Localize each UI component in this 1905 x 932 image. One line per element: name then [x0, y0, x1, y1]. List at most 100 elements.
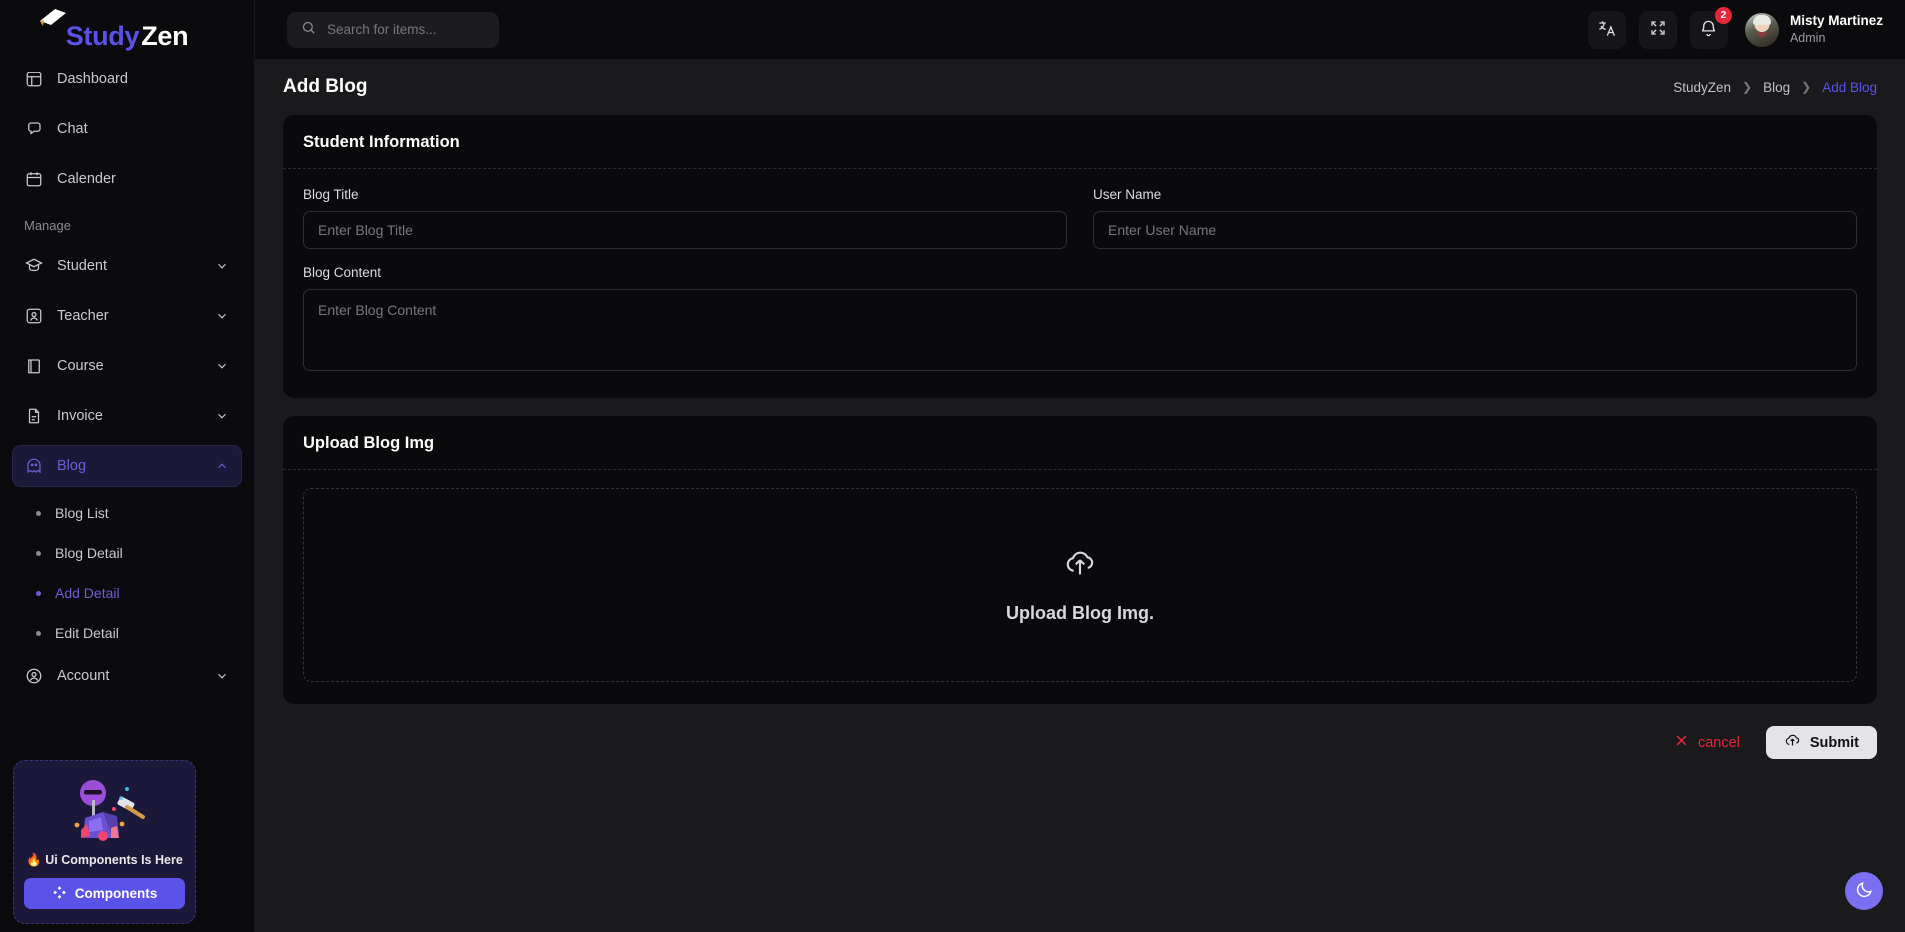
sidebar-subitem-label: Blog List — [55, 505, 109, 521]
submit-button[interactable]: Submit — [1765, 726, 1877, 759]
sidebar-subitem-label: Edit Detail — [55, 625, 119, 641]
app-root: Study Zen Dashboard Chat Calender Manage… — [0, 0, 1905, 932]
translate-button[interactable] — [1587, 10, 1626, 49]
breadcrumb: StudyZen ❯ Blog ❯ Add Blog — [1673, 80, 1877, 95]
user-name-input[interactable] — [1093, 211, 1857, 249]
chevron-right-icon: ❯ — [1801, 80, 1812, 94]
topbar-actions: 2 Misty Martinez Admin — [1587, 6, 1883, 49]
close-x-icon — [1674, 733, 1689, 752]
field-user-name: User Name — [1093, 187, 1857, 249]
brand-logo[interactable]: Study Zen — [0, 0, 254, 72]
topbar: 2 Misty Martinez Admin — [255, 0, 1905, 59]
sidebar-item-chat[interactable]: Chat — [12, 108, 242, 150]
page-content: Student Information Blog Title User Name — [255, 115, 1905, 932]
notifications-button[interactable]: 2 — [1689, 6, 1732, 49]
chevron-right-icon: ❯ — [1742, 80, 1753, 94]
components-button-label: Components — [74, 886, 158, 901]
page-title: Add Blog — [283, 76, 368, 97]
sidebar-item-blog[interactable]: Blog — [12, 445, 242, 487]
cloud-upload-icon — [1063, 546, 1097, 585]
ghost-icon — [24, 457, 43, 476]
sidebar-item-label: Student — [57, 258, 107, 274]
sidebar-item-label: Invoice — [57, 408, 103, 424]
miner-illustration — [24, 775, 185, 849]
logo-text-zen: Zen — [141, 20, 189, 51]
card-body: Upload Blog Img. — [283, 470, 1877, 704]
sidebar-subitem-blog-list[interactable]: Blog List — [12, 495, 242, 531]
field-blog-title: Blog Title — [303, 187, 1067, 249]
cloud-upload-icon — [1784, 732, 1801, 753]
sidebar-item-calender[interactable]: Calender — [12, 158, 242, 200]
sidebar-item-student[interactable]: Student — [12, 245, 242, 287]
sidebar: Study Zen Dashboard Chat Calender Manage… — [0, 0, 255, 932]
card-header: Student Information — [283, 115, 1877, 169]
calendar-icon — [24, 170, 43, 189]
card-title: Upload Blog Img — [303, 434, 435, 452]
file-icon — [24, 407, 43, 426]
bullet-icon — [36, 550, 41, 556]
sidebar-section-manage: Manage — [24, 218, 71, 233]
upload-blog-img-card: Upload Blog Img Upload Blog Img. — [283, 416, 1877, 704]
sidebar-item-teacher[interactable]: Teacher — [12, 295, 242, 337]
breadcrumb-item-studyzen[interactable]: StudyZen — [1673, 80, 1731, 95]
sidebar-subitem-label: Blog Detail — [55, 545, 123, 561]
blog-title-label: Blog Title — [303, 187, 359, 202]
sidebar-item-invoice[interactable]: Invoice — [12, 395, 242, 437]
dashboard-icon — [24, 70, 43, 89]
field-blog-content: Blog Content — [303, 265, 1857, 376]
avatar — [1744, 12, 1779, 47]
user-name-label: User Name — [1093, 187, 1162, 202]
search-input[interactable] — [327, 22, 504, 37]
promo-card: 🔥 Ui Components Is Here Components — [13, 760, 196, 924]
card-header: Upload Blog Img — [283, 416, 1877, 470]
logo-text-study: Study — [65, 20, 140, 51]
user-role: Admin — [1789, 31, 1826, 46]
sidebar-subitem-label: Add Detail — [55, 585, 120, 601]
image-dropzone[interactable]: Upload Blog Img. — [303, 488, 1857, 682]
chevron-down-icon — [214, 358, 230, 374]
sidebar-item-label: Course — [57, 358, 104, 374]
student-information-card: Student Information Blog Title User Name — [283, 115, 1877, 398]
sidebar-item-label: Account — [57, 668, 110, 684]
chevron-up-icon — [214, 458, 230, 474]
cancel-button-label: cancel — [1697, 734, 1740, 751]
bullet-icon — [36, 590, 41, 596]
fullscreen-icon — [1649, 19, 1667, 40]
chevron-down-icon — [214, 308, 230, 324]
sidebar-item-label: Teacher — [57, 308, 109, 324]
breadcrumb-item-add-blog[interactable]: Add Blog — [1822, 80, 1877, 95]
card-body: Blog Title User Name Blog Content — [283, 169, 1877, 398]
user-circle-icon — [24, 667, 43, 686]
student-cap-icon — [24, 257, 43, 276]
bullet-icon — [36, 510, 41, 516]
components-button[interactable]: Components — [24, 878, 185, 909]
user-menu[interactable]: Misty Martinez Admin — [1744, 12, 1883, 47]
notification-badge: 2 — [1714, 6, 1732, 24]
graduation-cap-icon — [38, 7, 68, 34]
card-title: Student Information — [303, 133, 460, 151]
sidebar-subitem-edit-detail[interactable]: Edit Detail — [12, 615, 242, 651]
sidebar-item-label: Calender — [57, 171, 116, 187]
breadcrumb-item-blog[interactable]: Blog — [1763, 80, 1790, 95]
search-box[interactable] — [287, 11, 504, 48]
bell-icon — [1699, 19, 1718, 41]
blog-title-input[interactable] — [303, 211, 1067, 249]
sidebar-subitem-add-detail[interactable]: Add Detail — [12, 575, 242, 611]
translate-icon — [1597, 19, 1616, 41]
chevron-down-icon — [214, 408, 230, 424]
cancel-button[interactable]: cancel — [1670, 727, 1744, 758]
blog-content-textarea[interactable] — [303, 289, 1857, 371]
submit-button-label: Submit — [1809, 734, 1859, 751]
bullet-icon — [36, 630, 41, 636]
moon-icon — [1855, 880, 1874, 902]
sidebar-item-course[interactable]: Course — [12, 345, 242, 387]
diamond-grid-icon — [52, 885, 67, 903]
sidebar-item-account[interactable]: Account — [12, 655, 242, 697]
theme-toggle-button[interactable] — [1845, 872, 1883, 910]
search-icon — [301, 20, 316, 40]
fullscreen-button[interactable] — [1638, 10, 1677, 49]
chevron-down-icon — [214, 668, 230, 684]
chevron-down-icon — [214, 258, 230, 274]
sidebar-subitem-blog-detail[interactable]: Blog Detail — [12, 535, 242, 571]
sidebar-item-label: Chat — [57, 121, 88, 137]
